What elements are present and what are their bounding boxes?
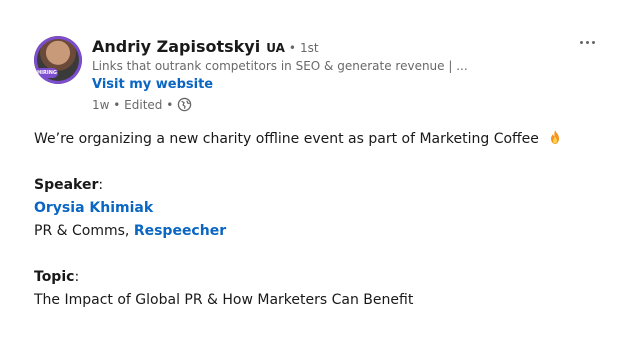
speaker-company-link[interactable]: Respeecher — [134, 223, 226, 239]
globe-icon — [178, 97, 192, 112]
post-meta-text: 1w • Edited • — [92, 97, 174, 112]
post-body: We’re organizing a new charity offline e… — [34, 128, 594, 312]
speaker-role: PR & Comms, — [34, 223, 130, 239]
speaker-name-link[interactable]: Orysia Khimiak — [34, 200, 153, 216]
speaker-colon: : — [98, 177, 104, 193]
intro-line: We’re organizing a new charity offline e… — [34, 128, 594, 151]
speaker-name-line: Orysia Khimiak — [34, 197, 594, 220]
topic-text-line: The Impact of Global PR & How Marketers … — [34, 289, 594, 312]
feed-post: HIRING Andriy Zapisotskyi UA • 1st Links… — [0, 0, 623, 340]
topic-text: The Impact of Global PR & How Marketers … — [34, 292, 414, 308]
fire-emoji-icon — [551, 130, 560, 144]
author-country: UA — [266, 41, 285, 55]
speaker-role-line: PR & Comms, Respeecher — [34, 220, 594, 243]
speaker-heading-line: Speaker: — [34, 174, 594, 197]
post-meta: 1w • Edited • — [92, 97, 192, 112]
more-horizontal-icon[interactable] — [572, 32, 602, 52]
topic-heading: Topic — [34, 269, 75, 285]
connection-degree: 1st — [299, 41, 319, 55]
speaker-heading: Speaker — [34, 177, 99, 193]
separator-dot: • — [288, 41, 296, 55]
intro-text: We’re organizing a new charity offline e… — [34, 131, 539, 147]
author-name-row: Andriy Zapisotskyi UA • 1st — [92, 37, 319, 56]
author-headline: Links that outrank competitors in SEO & … — [92, 59, 468, 73]
avatar-badge: HIRING — [36, 68, 58, 78]
topic-heading-line: Topic: — [34, 266, 594, 289]
author-name[interactable]: Andriy Zapisotskyi — [92, 37, 260, 56]
author-avatar[interactable]: HIRING — [34, 36, 82, 84]
visit-website-link[interactable]: Visit my website — [92, 77, 213, 92]
topic-colon: : — [74, 269, 80, 285]
